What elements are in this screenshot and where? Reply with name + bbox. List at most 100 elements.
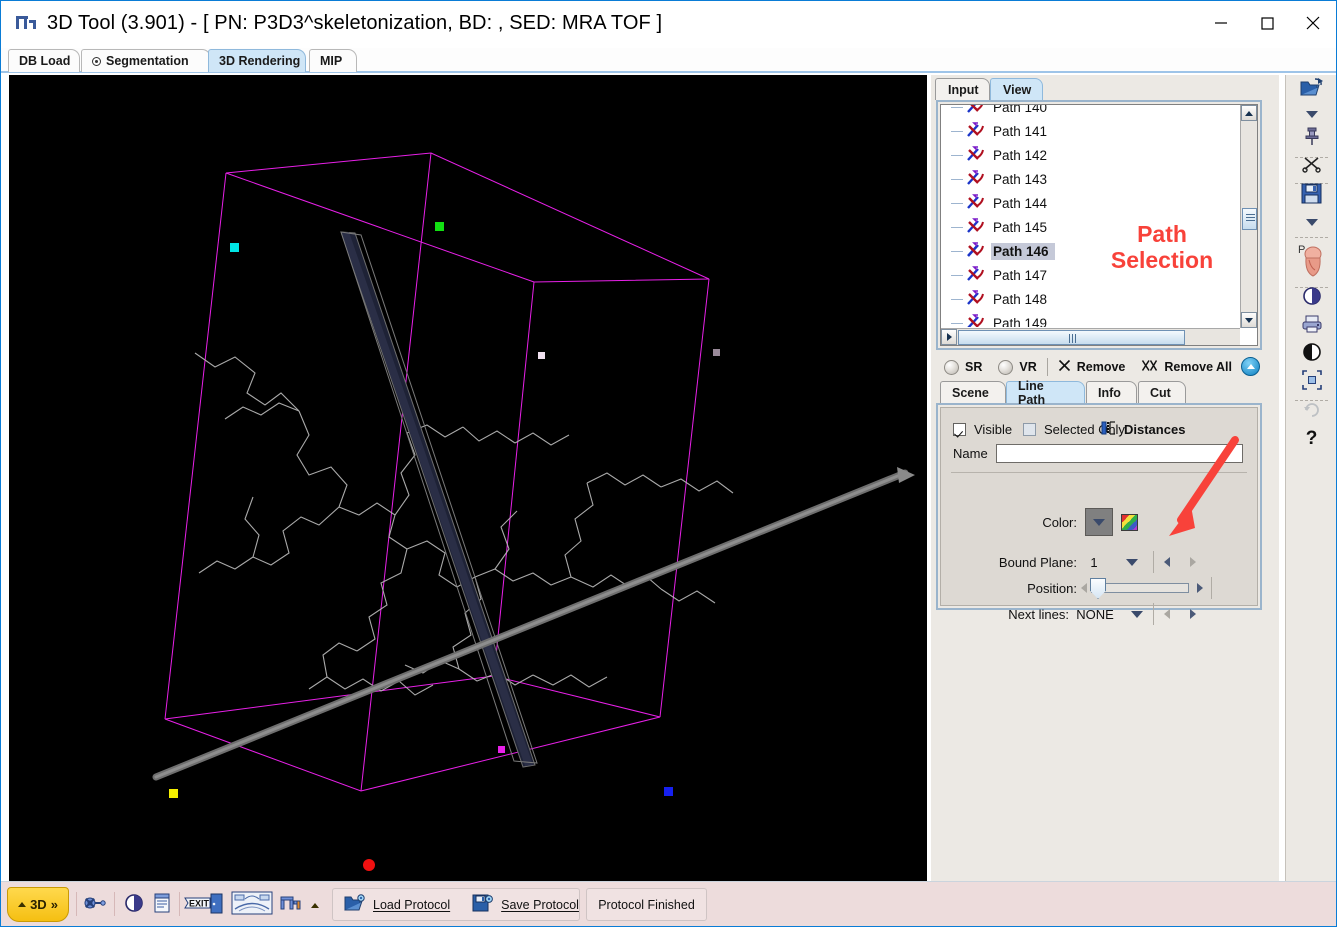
contrast-icon	[124, 893, 144, 918]
tab-view[interactable]: View	[990, 78, 1043, 100]
position-prev-button[interactable]	[1077, 583, 1091, 593]
vr-label: VR	[1019, 360, 1037, 374]
remove-label: Remove	[1076, 360, 1126, 374]
list-item[interactable]: Path 144	[941, 191, 1239, 215]
load-protocol-button[interactable]: Load Protocol	[333, 894, 461, 915]
bound-plane-next-button[interactable]	[1180, 557, 1206, 567]
window-title: 3D Tool (3.901) - [ PN: P3D3^skeletoniza…	[47, 11, 663, 34]
path-icon	[965, 314, 985, 327]
next-lines-next-button[interactable]	[1180, 609, 1206, 619]
contrast-button[interactable]	[1286, 283, 1336, 313]
tab-input[interactable]: Input	[935, 78, 990, 100]
contrast-circle-icon	[1302, 286, 1322, 311]
tab-db-load[interactable]: DB Load	[8, 49, 80, 72]
save-dropdown-button[interactable]	[1286, 207, 1336, 237]
position-next-button[interactable]	[1189, 583, 1211, 593]
tree-connector-icon	[951, 322, 963, 324]
chevron-right-icon	[1190, 557, 1196, 567]
list-item[interactable]: Path 140	[941, 105, 1239, 119]
list-item-selected[interactable]: Path 146	[941, 239, 1239, 263]
remove-button[interactable]: Remove	[1050, 359, 1134, 375]
visible-checkbox[interactable]	[953, 423, 966, 436]
visible-label: Visible	[974, 422, 1013, 437]
help-button[interactable]: ?	[1286, 424, 1336, 454]
vertical-scroll-thumb[interactable]	[1242, 208, 1257, 230]
exit-button[interactable]: EXIT	[183, 891, 225, 919]
list-item[interactable]: Path 149	[941, 311, 1239, 327]
tab-mip[interactable]: MIP	[309, 49, 357, 72]
remove-all-label: Remove All	[1164, 360, 1233, 374]
contrast-toggle-button[interactable]	[121, 891, 147, 919]
scroll-down-button[interactable]	[1241, 312, 1257, 328]
tool-gear-button[interactable]	[81, 891, 107, 919]
distances-button[interactable]: Distances	[1101, 420, 1185, 439]
patient-button[interactable]: P	[1286, 241, 1336, 285]
sr-button[interactable]: SR	[936, 359, 990, 375]
visible-checkbox-row[interactable]: Visible	[953, 422, 1012, 437]
list-item[interactable]: Path 142	[941, 143, 1239, 167]
close-button[interactable]	[1290, 1, 1336, 45]
help-question-icon: ?	[1305, 428, 1318, 449]
property-tab-bar: Scene Line Path Info Cut	[936, 379, 1262, 407]
print-button[interactable]	[1286, 311, 1336, 341]
tab-mip-label: MIP	[320, 54, 343, 68]
maximize-button[interactable]	[1244, 1, 1290, 45]
pin-button[interactable]	[1286, 123, 1336, 153]
protocol-status-button[interactable]: Protocol Finished	[586, 888, 707, 921]
logo-dropdown-button[interactable]	[305, 891, 325, 919]
application-window: 3D Tool (3.901) - [ PN: P3D3^skeletoniza…	[0, 0, 1337, 927]
path-action-toolbar: SR VR Remove Remove All	[936, 353, 1262, 381]
list-item[interactable]: Path 147	[941, 263, 1239, 287]
list-item[interactable]: Path 143	[941, 167, 1239, 191]
list-horizontal-scrollbar[interactable]	[941, 328, 1240, 345]
save-disk-icon	[1301, 183, 1322, 209]
name-input[interactable]	[995, 444, 1243, 463]
document-button[interactable]	[149, 891, 175, 919]
brightness-button[interactable]	[1286, 339, 1336, 369]
remove-all-button[interactable]: Remove All	[1133, 359, 1240, 375]
selected-only-checkbox[interactable]	[1023, 423, 1036, 436]
3d-render-viewport[interactable]	[9, 75, 927, 881]
mode-3d-button[interactable]: 3D »	[7, 887, 69, 922]
color-palette-icon[interactable]	[1121, 513, 1138, 531]
minimize-button[interactable]	[1198, 1, 1244, 45]
chevron-left-icon	[1081, 583, 1087, 593]
main-tab-bar: DB Load Segmentation 3D Rendering MIP	[1, 48, 1336, 73]
tab-segmentation[interactable]: Segmentation	[81, 49, 211, 72]
tab-cut[interactable]: Cut	[1138, 381, 1186, 403]
path-list[interactable]: Path 140 Path 141 Path 142 Path 143 Path…	[940, 104, 1258, 346]
scroll-up-button[interactable]	[1241, 105, 1257, 121]
next-lines-dropdown[interactable]	[1121, 610, 1153, 618]
tab-scene[interactable]: Scene	[940, 381, 1006, 403]
list-item[interactable]: Path 148	[941, 287, 1239, 311]
sr-label: SR	[965, 360, 983, 374]
bound-plane-dropdown[interactable]	[1111, 558, 1153, 566]
next-lines-prev-button[interactable]	[1154, 609, 1180, 619]
fit-to-screen-button[interactable]	[1286, 367, 1336, 397]
position-slider-knob[interactable]	[1090, 578, 1106, 599]
collapse-up-icon[interactable]	[1241, 357, 1260, 376]
path-icon	[965, 266, 985, 284]
tree-connector-icon	[951, 226, 963, 228]
vr-button[interactable]: VR	[990, 359, 1044, 375]
tab-3d-rendering[interactable]: 3D Rendering	[208, 49, 306, 72]
tab-line-path[interactable]: Line Path	[1006, 379, 1085, 407]
bound-plane-prev-button[interactable]	[1154, 557, 1180, 567]
path-icon	[965, 170, 985, 188]
color-label: Color:	[1042, 514, 1077, 530]
list-vertical-scrollbar[interactable]	[1240, 105, 1257, 328]
chevron-left-icon	[1164, 557, 1170, 567]
save-protocol-button[interactable]: Save Protocol	[461, 894, 590, 915]
scroll-right-button[interactable]	[941, 329, 957, 345]
app-logo-button[interactable]	[279, 891, 303, 919]
tree-connector-icon	[951, 298, 963, 300]
brightness-icon	[1302, 342, 1322, 367]
tab-info[interactable]: Info	[1086, 381, 1137, 403]
image-layout-button[interactable]	[229, 891, 275, 919]
list-item[interactable]: Path 145	[941, 215, 1239, 239]
horizontal-scroll-thumb[interactable]	[958, 330, 1185, 345]
list-item[interactable]: Path 141	[941, 119, 1239, 143]
color-swatch-button[interactable]	[1085, 508, 1113, 536]
scissors-button[interactable]	[1286, 151, 1336, 181]
position-slider[interactable]	[1090, 578, 1189, 599]
